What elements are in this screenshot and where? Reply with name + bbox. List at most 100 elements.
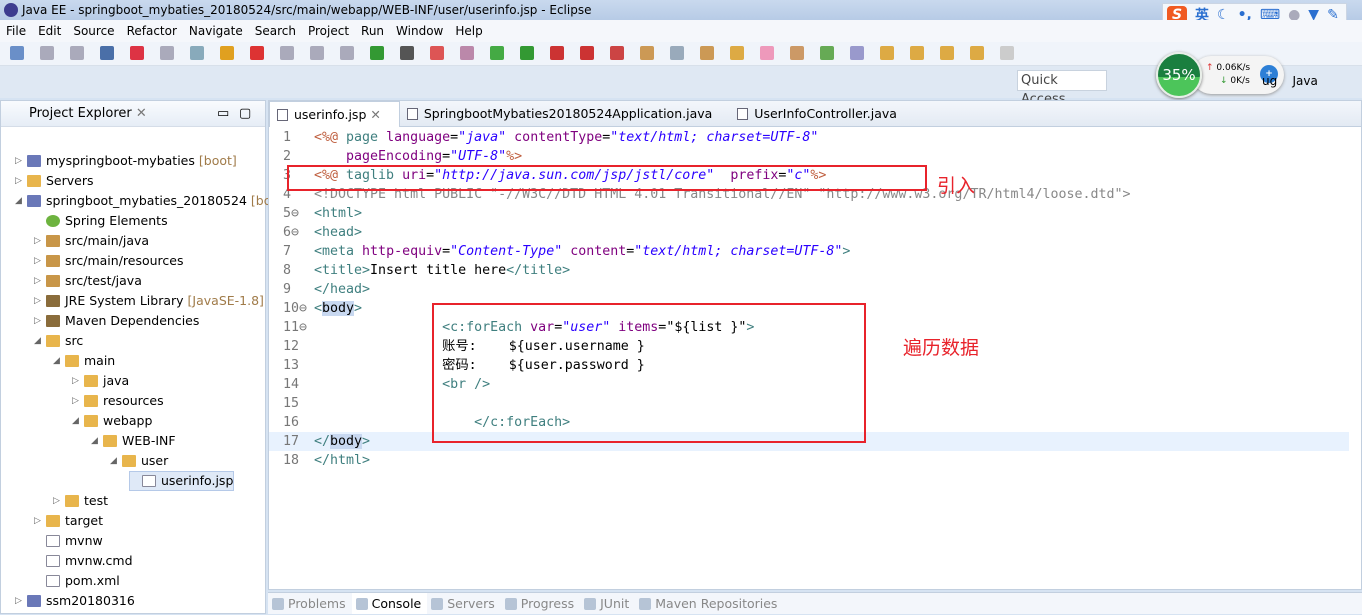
toolbar-button-icon[interactable]	[730, 46, 744, 60]
perspective-java[interactable]: Java	[1293, 74, 1318, 88]
menu-run[interactable]: Run	[355, 20, 390, 42]
expand-arrow-icon[interactable]: ▷	[15, 171, 27, 191]
editor-tab[interactable]: userinfo.jsp ✕	[269, 101, 400, 127]
toolbar-button-icon[interactable]	[790, 46, 804, 60]
tab-servers[interactable]: Servers	[427, 593, 501, 614]
tree-item[interactable]: ▷ src/main/resources	[34, 251, 183, 271]
expand-arrow-icon[interactable]: ▷	[15, 591, 27, 611]
menu-refactor[interactable]: Refactor	[121, 20, 183, 42]
toolbar-button-icon[interactable]	[190, 46, 204, 60]
expand-arrow-icon[interactable]: ▷	[34, 271, 46, 291]
tree-item[interactable]: ▷ java	[72, 371, 129, 391]
menu-window[interactable]: Window	[390, 20, 449, 42]
editor-tab[interactable]: UserInfoController.java	[730, 101, 915, 127]
toolbar-button-icon[interactable]	[580, 46, 594, 60]
expand-arrow-icon[interactable]: ▷	[34, 511, 46, 531]
quick-access-input[interactable]: Quick Access	[1017, 70, 1107, 107]
toolbar-button-icon[interactable]	[820, 46, 834, 60]
toolbar-button-icon[interactable]	[70, 46, 84, 60]
tree-item[interactable]: ▷ resources	[72, 391, 164, 411]
expand-arrow-icon[interactable]: ◢	[72, 411, 84, 431]
expand-arrow-icon[interactable]: ▷	[72, 371, 84, 391]
toolbar-button-icon[interactable]	[970, 46, 984, 60]
tab-console[interactable]: Console	[351, 593, 428, 614]
toolbar-button-icon[interactable]	[250, 46, 264, 60]
maximize-icon[interactable]: ▢	[239, 101, 251, 127]
expand-arrow-icon[interactable]: ◢	[110, 451, 122, 471]
close-icon[interactable]: ✕	[366, 107, 380, 122]
expand-arrow-icon[interactable]: ▷	[53, 491, 65, 511]
tree-item[interactable]: ▷ src/main/java	[34, 231, 149, 251]
toolbar-button-icon[interactable]	[880, 46, 894, 60]
menu-edit[interactable]: Edit	[32, 20, 67, 42]
expand-arrow-icon[interactable]: ◢	[34, 331, 46, 351]
tree-item[interactable]: ◢ main	[53, 351, 115, 371]
toolbar-button-icon[interactable]	[220, 46, 234, 60]
toolbar-button-icon[interactable]	[460, 46, 474, 60]
toolbar-button-icon[interactable]	[310, 46, 324, 60]
close-icon[interactable]: ✕	[136, 106, 147, 121]
tree-item[interactable]: pom.xml	[34, 571, 120, 591]
toolbar-button-icon[interactable]	[340, 46, 354, 60]
toolbar-button-icon[interactable]	[430, 46, 444, 60]
expand-arrow-icon[interactable]: ◢	[53, 351, 65, 371]
tree-item[interactable]: ▷ JRE System Library [JavaSE-1.8]	[34, 291, 264, 311]
expand-arrow-icon[interactable]: ◢	[91, 431, 103, 451]
expand-arrow-icon[interactable]: ◢	[15, 191, 27, 211]
tree-item[interactable]: mvnw	[34, 531, 103, 551]
expand-arrow-icon[interactable]: ▷	[34, 231, 46, 251]
toolbar-button-icon[interactable]	[850, 46, 864, 60]
tree-item[interactable]: ◢ WEB-INF	[91, 431, 176, 451]
tree-item[interactable]: ▷ ssm20180316	[15, 591, 135, 611]
toolbar-button-icon[interactable]	[400, 46, 414, 60]
toolbar-button-icon[interactable]	[10, 46, 24, 60]
project-explorer-tab[interactable]: Project Explorer ✕ ▭ ▢	[1, 101, 265, 127]
editor-tab[interactable]: SpringbootMybaties20180524Application.ja…	[400, 101, 730, 127]
tree-item[interactable]: ▷ target	[34, 511, 103, 531]
expand-arrow-icon[interactable]: ▷	[34, 291, 46, 311]
menu-search[interactable]: Search	[249, 20, 302, 42]
tree-item[interactable]: ▷ myspringboot-mybaties [boot]	[15, 151, 237, 171]
menu-help[interactable]: Help	[449, 20, 488, 42]
toolbar-button-icon[interactable]	[940, 46, 954, 60]
tree-item[interactable]: ▷ test	[53, 491, 108, 511]
toolbar-button-icon[interactable]	[280, 46, 294, 60]
tree-item[interactable]: ◢ springboot_mybaties_20180524 [boo	[15, 191, 279, 211]
toolbar-button-icon[interactable]	[520, 46, 534, 60]
toolbar-button-icon[interactable]	[610, 46, 624, 60]
toolbar-button-icon[interactable]	[370, 46, 384, 60]
toolbar-button-icon[interactable]	[550, 46, 564, 60]
tab-junit[interactable]: JUnit	[580, 593, 635, 614]
expand-arrow-icon[interactable]: ▷	[72, 391, 84, 411]
toolbar-button-icon[interactable]	[1000, 46, 1014, 60]
menu-navigate[interactable]: Navigate	[183, 20, 249, 42]
tab-problems[interactable]: Problems	[268, 593, 352, 614]
minimize-icon[interactable]: ▭	[217, 101, 229, 127]
tree-item[interactable]: ▷ Servers	[15, 171, 94, 191]
toolbar-button-icon[interactable]	[910, 46, 924, 60]
toolbar-button-icon[interactable]	[40, 46, 54, 60]
expand-arrow-icon[interactable]: ▷	[34, 311, 46, 331]
tree-item[interactable]: Spring Elements	[34, 211, 168, 231]
perspective-debug[interactable]: ug	[1262, 74, 1277, 88]
tree-item[interactable]: userinfo.jsp	[129, 471, 235, 491]
toolbar-button-icon[interactable]	[160, 46, 174, 60]
toolbar-button-icon[interactable]	[670, 46, 684, 60]
tree-item[interactable]: ▷ src/test/java	[34, 271, 142, 291]
tree-item[interactable]: mvnw.cmd	[34, 551, 133, 571]
toolbar-button-icon[interactable]	[100, 46, 114, 60]
menu-file[interactable]: File	[0, 20, 32, 42]
toolbar-button-icon[interactable]	[760, 46, 774, 60]
tab-maven-repositories[interactable]: Maven Repositories	[635, 593, 783, 614]
tab-progress[interactable]: Progress	[501, 593, 580, 614]
tree-item[interactable]: ◢ src	[34, 331, 83, 351]
toolbar-button-icon[interactable]	[700, 46, 714, 60]
expand-arrow-icon[interactable]: ▷	[34, 251, 46, 271]
toolbar-button-icon[interactable]	[640, 46, 654, 60]
tree-item[interactable]: ◢ webapp	[72, 411, 152, 431]
menu-project[interactable]: Project	[302, 20, 355, 42]
tree-item[interactable]: ▷ Maven Dependencies	[34, 311, 199, 331]
toolbar-button-icon[interactable]	[490, 46, 504, 60]
tree-item[interactable]: ◢ user	[110, 451, 168, 471]
toolbar-button-icon[interactable]	[130, 46, 144, 60]
